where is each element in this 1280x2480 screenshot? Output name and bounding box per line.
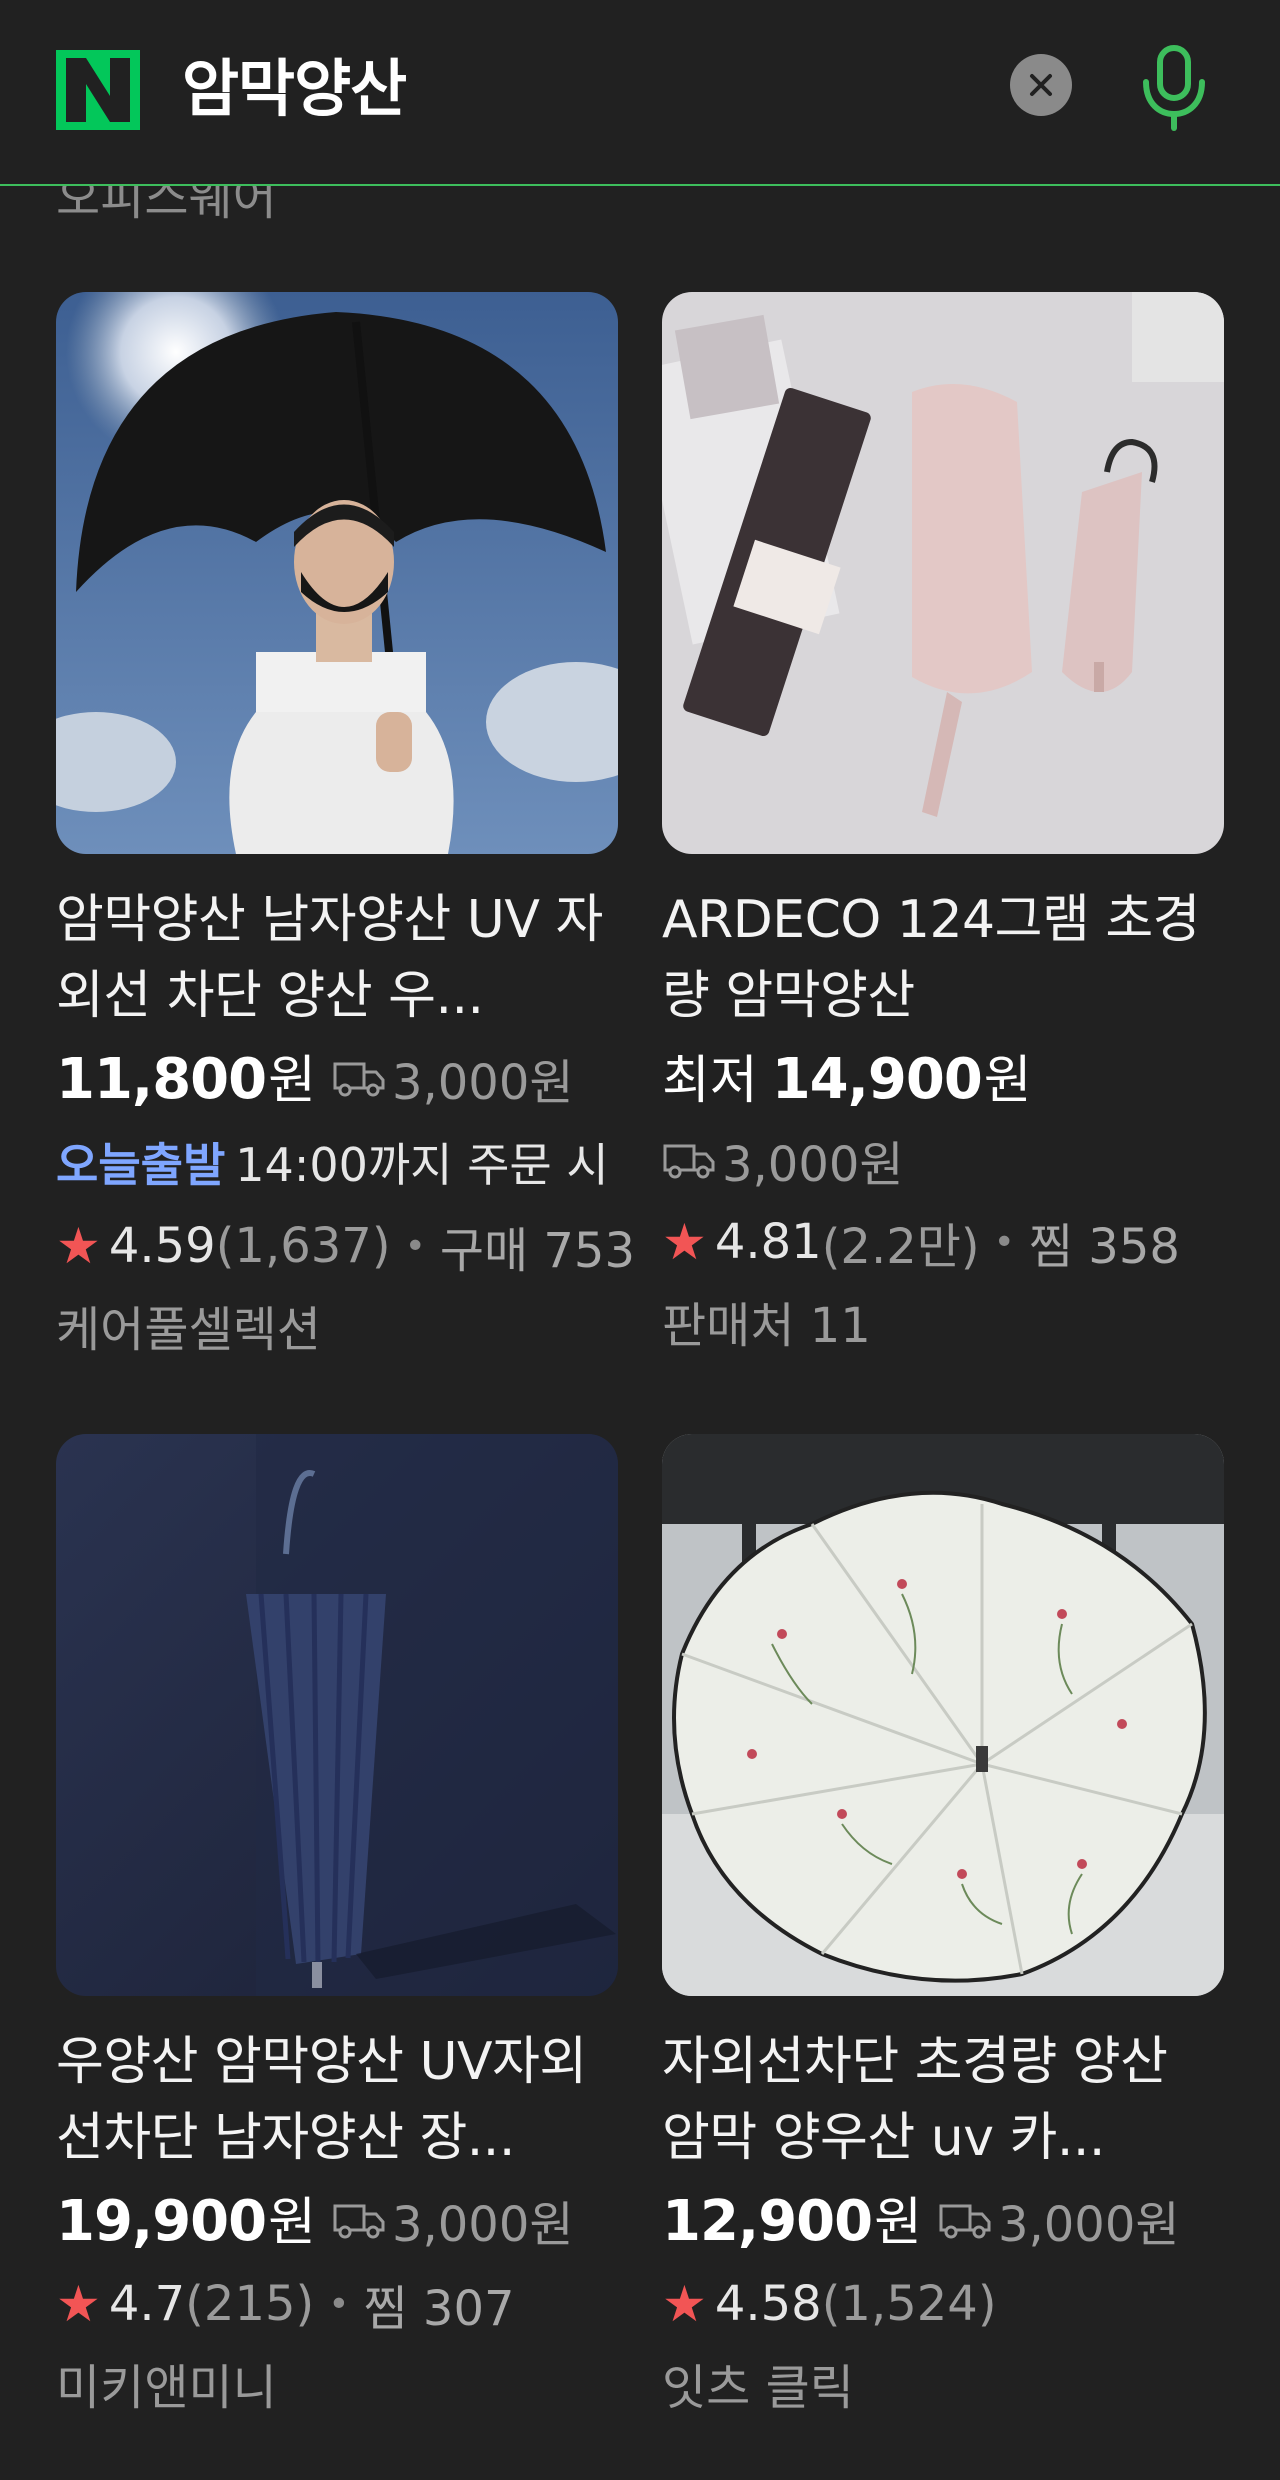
separator-dot: • <box>328 2283 350 2325</box>
product-price: 11,800 <box>56 1047 267 1112</box>
shipping-fee: 3,000원 <box>332 2185 574 2255</box>
separator-dot: • <box>993 1221 1015 1263</box>
product-image[interactable] <box>56 1434 618 1996</box>
shipping-fee: 3,000원 <box>332 1043 574 1113</box>
search-header: 암막양산 <box>0 0 1280 186</box>
currency-label: 원 <box>268 1051 316 1111</box>
rating-value: 4.81 <box>714 1214 822 1270</box>
shipping-fee-value: 3,000원 <box>722 1137 904 1193</box>
star-icon: ★ <box>56 2275 101 2333</box>
truck-icon <box>333 2204 385 2239</box>
rating-value: 4.7 <box>108 2276 186 2332</box>
review-count: (215) <box>185 2276 315 2332</box>
price-row: 11,800 원 3,000원 <box>56 1038 618 1120</box>
product-image[interactable] <box>56 292 618 854</box>
rating-value: 4.58 <box>714 2276 822 2332</box>
price-row: 12,900 원 3,000원 <box>662 2180 1224 2262</box>
rating-row: ★ 4.59 (1,637) • 구매 753 <box>56 1204 635 1288</box>
product-title[interactable]: 암막양산 남자양산 UV 자외선 차단 양산 우... <box>56 882 618 1034</box>
seller-name[interactable]: 케어풀셀렉션 <box>56 1288 618 1372</box>
shipping-fee: 3,000원 <box>938 2185 1180 2255</box>
shipping-fee-value: 3,000원 <box>391 1055 574 1111</box>
shipping-fee: 3,000원 <box>662 1120 1224 1200</box>
truck-icon <box>333 1062 385 1097</box>
product-price: 12,900 <box>662 2189 873 2254</box>
close-icon <box>1030 74 1052 96</box>
product-card[interactable]: 우양산 암막양산 UV자외선차단 남자양산 장... 19,900 원 3,00… <box>56 1434 618 2430</box>
review-count: (2.2만) <box>821 1219 980 1275</box>
review-count: (1,637) <box>215 1218 391 1274</box>
microphone-icon <box>1143 45 1205 131</box>
currency-label: 원 <box>874 2193 922 2253</box>
price-row: 최저 14,900 원 <box>662 1038 1224 1120</box>
lowest-price-label: 최저 <box>662 1051 758 1111</box>
star-icon: ★ <box>56 1217 101 1275</box>
naver-logo[interactable] <box>56 50 140 130</box>
search-query[interactable]: 암막양산 <box>182 44 407 134</box>
shipping-fee-value: 3,000원 <box>391 2197 574 2253</box>
seller-count[interactable]: 판매처 11 <box>662 1284 1224 1368</box>
rating-row: ★ 4.81 (2.2만) • 찜 358 <box>662 1200 1224 1284</box>
delivery-info: 오늘출발 14:00까지 주문 시 <box>56 1120 618 1204</box>
truck-icon <box>939 2204 991 2239</box>
currency-label: 원 <box>983 1051 1032 1111</box>
product-card[interactable]: 자외선차단 초경량 양산 암막 양우산 uv 카... 12,900 원 3,0… <box>662 1434 1224 2430</box>
seller-name[interactable]: 잇츠 클릭 <box>662 2346 1224 2430</box>
rating-value: 4.59 <box>108 1218 216 1274</box>
star-icon: ★ <box>662 1213 707 1271</box>
shipping-fee-value: 3,000원 <box>997 2197 1180 2253</box>
product-card[interactable]: 암막양산 남자양산 UV 자외선 차단 양산 우... 11,800 원 3,0… <box>56 292 635 1372</box>
product-card[interactable]: ARDECO 124그램 초경량 암막양산 최저 14,900 원 3,000원… <box>662 292 1224 1368</box>
rating-row: ★ 4.7 (215) • 찜 307 <box>56 2262 618 2346</box>
price-row: 19,900 원 3,000원 <box>56 2180 618 2262</box>
currency-label: 원 <box>268 2193 316 2253</box>
voice-search-button[interactable] <box>1134 42 1214 134</box>
star-icon: ★ <box>662 2275 707 2333</box>
order-deadline: 14:00까지 주문 시 <box>235 1138 609 1192</box>
product-title[interactable]: 우양산 암막양산 UV자외선차단 남자양산 장... <box>56 2024 618 2176</box>
product-title[interactable]: ARDECO 124그램 초경량 암막양산 <box>662 882 1224 1034</box>
product-price: 14,900 <box>771 1047 983 1112</box>
clear-search-button[interactable] <box>1010 54 1072 116</box>
review-count: (1,524) <box>821 2276 997 2332</box>
truck-icon <box>663 1144 715 1179</box>
purchase-count: 구매 753 <box>439 1223 636 1279</box>
product-title[interactable]: 자외선차단 초경량 양산 암막 양우산 uv 카... <box>662 2024 1224 2176</box>
product-image[interactable] <box>662 292 1224 854</box>
separator-dot: • <box>404 1225 426 1267</box>
seller-name[interactable]: 미키앤미니 <box>56 2346 618 2430</box>
product-price: 19,900 <box>56 2189 267 2254</box>
wishlist-count: 찜 307 <box>363 2281 515 2337</box>
product-image[interactable] <box>662 1434 1224 1996</box>
today-shipping-badge: 오늘출발 <box>56 1138 226 1192</box>
rating-row: ★ 4.58 (1,524) <box>662 2262 1224 2346</box>
wishlist-count: 찜 358 <box>1028 1219 1180 1275</box>
